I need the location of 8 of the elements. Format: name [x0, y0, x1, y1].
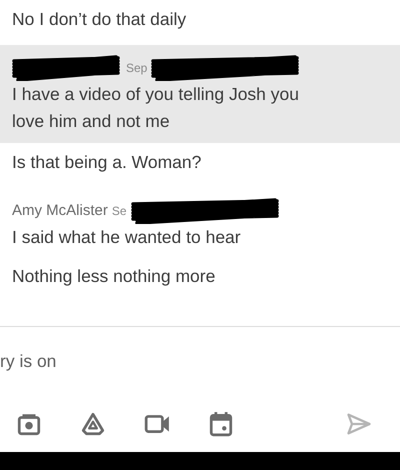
message-text: I have a video of you telling Josh you love him and not me [12, 83, 300, 133]
sender-name: Amy McAlister [12, 200, 108, 221]
message-time: Sep [126, 60, 148, 77]
message-text: Is that being a. Woman? [12, 151, 202, 174]
message-text: I said what he wanted to hear [12, 226, 242, 249]
message-text: Nothing less nothing more [12, 265, 216, 288]
message-text: No I don’t do that daily [12, 8, 188, 31]
message-time: Se [112, 203, 127, 220]
